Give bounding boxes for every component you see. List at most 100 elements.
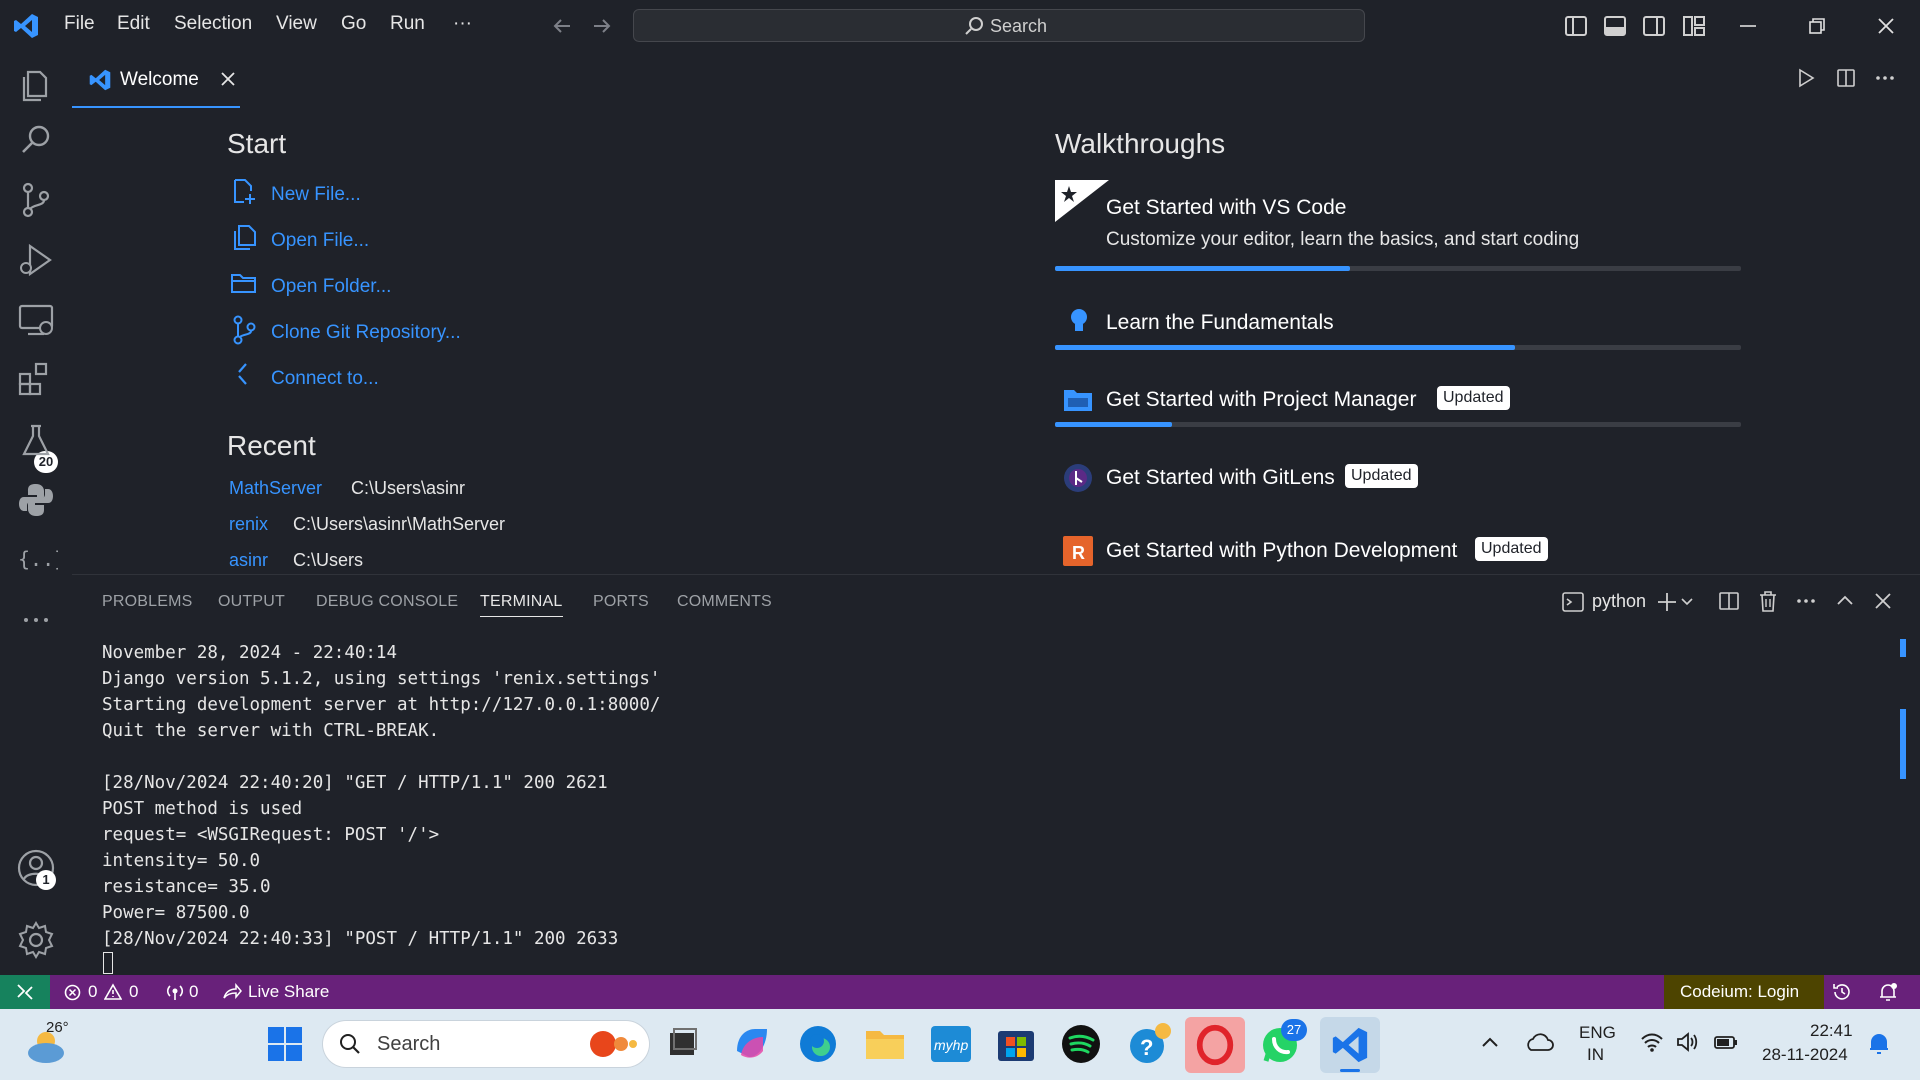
myhp-icon[interactable]: myhp bbox=[928, 1021, 974, 1067]
run-debug-icon[interactable] bbox=[14, 238, 58, 282]
clone-git-repository-link[interactable]: Clone Git Repository... bbox=[271, 322, 461, 344]
extensions-icon[interactable] bbox=[14, 358, 58, 402]
recent-item-mathserver[interactable]: MathServer bbox=[229, 478, 322, 499]
more-views-icon[interactable] bbox=[14, 598, 58, 642]
notification-bell-icon[interactable] bbox=[1867, 1031, 1891, 1057]
battery-icon[interactable] bbox=[1713, 1031, 1739, 1053]
search-view-icon[interactable] bbox=[14, 118, 58, 162]
windows-start-icon[interactable] bbox=[262, 1021, 308, 1067]
explorer-icon[interactable] bbox=[14, 62, 58, 106]
task-view-icon[interactable] bbox=[660, 1021, 706, 1067]
new-terminal-plus-icon[interactable] bbox=[1656, 591, 1678, 613]
warning-icon[interactable] bbox=[104, 983, 122, 1001]
tab-debug-console[interactable]: DEBUG CONSOLE bbox=[316, 593, 458, 611]
recent-item-asinr[interactable]: asinr bbox=[229, 550, 268, 571]
menu-run[interactable]: Run bbox=[390, 13, 425, 35]
help-icon[interactable]: ? bbox=[1127, 1021, 1173, 1067]
vscode-taskbar-tile[interactable] bbox=[1320, 1017, 1380, 1073]
testing-flask-icon[interactable] bbox=[14, 418, 58, 462]
toggle-panel-icon[interactable] bbox=[1604, 15, 1626, 37]
editor-more-icon[interactable] bbox=[1874, 68, 1896, 88]
tab-problems[interactable]: PROBLEMS bbox=[102, 593, 193, 611]
menu-file[interactable]: File bbox=[64, 13, 95, 35]
menu-go[interactable]: Go bbox=[341, 13, 366, 35]
menu-more[interactable]: ··· bbox=[453, 13, 472, 35]
close-panel-icon[interactable] bbox=[1873, 591, 1893, 611]
run-icon[interactable] bbox=[1796, 68, 1816, 88]
file-explorer-icon[interactable] bbox=[862, 1021, 908, 1067]
warning-count[interactable]: 0 bbox=[129, 982, 138, 1002]
json-braces-icon[interactable]: {..} bbox=[14, 538, 58, 582]
remote-icon bbox=[17, 984, 33, 1000]
clock-date[interactable]: 28-11-2024 bbox=[1762, 1045, 1848, 1065]
source-control-icon[interactable] bbox=[14, 178, 58, 222]
close-window-icon[interactable] bbox=[1876, 16, 1896, 36]
tab-ports[interactable]: PORTS bbox=[593, 593, 649, 611]
close-tab-icon[interactable] bbox=[220, 71, 236, 87]
onedrive-cloud-icon[interactable] bbox=[1524, 1031, 1554, 1053]
walkthrough-progress bbox=[1055, 422, 1741, 427]
settings-gear-icon[interactable] bbox=[14, 918, 58, 962]
history-icon[interactable] bbox=[1831, 982, 1853, 1002]
panel-more-icon[interactable] bbox=[1795, 591, 1817, 611]
recent-item-renix[interactable]: renix bbox=[229, 514, 268, 535]
open-file-link[interactable]: Open File... bbox=[271, 230, 369, 252]
chevron-down-icon[interactable] bbox=[1680, 595, 1694, 609]
tab-terminal[interactable]: TERMINAL bbox=[480, 593, 563, 617]
back-arrow-icon[interactable] bbox=[550, 14, 574, 38]
walkthrough-project-manager[interactable]: Get Started with Project Manager Updated bbox=[1055, 382, 1741, 434]
title-bar: File Edit Selection View Go Run ··· Sear… bbox=[0, 0, 1920, 52]
opera-tile[interactable] bbox=[1185, 1017, 1245, 1073]
volume-icon[interactable] bbox=[1676, 1031, 1700, 1053]
microsoft-store-icon[interactable] bbox=[993, 1021, 1039, 1067]
spotify-icon[interactable] bbox=[1058, 1021, 1104, 1067]
ports-broadcast-icon[interactable] bbox=[165, 983, 185, 1001]
menu-selection[interactable]: Selection bbox=[174, 13, 252, 35]
menu-view[interactable]: View bbox=[276, 13, 317, 35]
python-icon[interactable] bbox=[14, 478, 58, 522]
walkthrough-vscode[interactable]: Get Started with VS Code Customize your … bbox=[1055, 180, 1741, 276]
codeium-status[interactable]: Codeium: Login bbox=[1664, 975, 1824, 1009]
language-label[interactable]: ENG bbox=[1579, 1023, 1616, 1043]
taskbar-search[interactable]: Search bbox=[323, 1021, 649, 1067]
connect-to-link[interactable]: Connect to... bbox=[271, 368, 379, 390]
notifications-bell-icon[interactable] bbox=[1877, 982, 1899, 1002]
minimize-icon[interactable] bbox=[1738, 16, 1758, 36]
chevron-up-icon[interactable] bbox=[1480, 1033, 1500, 1053]
walkthrough-python[interactable]: R Get Started with Python Development Up… bbox=[1055, 533, 1741, 573]
restore-icon[interactable] bbox=[1807, 16, 1827, 36]
command-center-search[interactable]: Search bbox=[633, 9, 1365, 42]
region-label[interactable]: IN bbox=[1587, 1045, 1604, 1065]
terminal-name[interactable]: python bbox=[1592, 591, 1646, 612]
walkthrough-gitlens[interactable]: Get Started with GitLens Updated bbox=[1055, 460, 1741, 500]
menu-edit[interactable]: Edit bbox=[117, 13, 150, 35]
toggle-primary-sidebar-icon[interactable] bbox=[1565, 15, 1587, 37]
wifi-icon[interactable] bbox=[1640, 1031, 1664, 1053]
clock-time[interactable]: 22:41 bbox=[1810, 1021, 1853, 1041]
customize-layout-icon[interactable] bbox=[1683, 15, 1705, 37]
live-share-label[interactable]: Live Share bbox=[248, 982, 329, 1002]
tab-comments[interactable]: COMMENTS bbox=[677, 593, 772, 611]
walkthrough-fundamentals[interactable]: Learn the Fundamentals bbox=[1055, 305, 1741, 357]
maximize-panel-chevron-up-icon[interactable] bbox=[1835, 591, 1855, 611]
forward-arrow-icon[interactable] bbox=[590, 14, 614, 38]
live-share-icon[interactable] bbox=[222, 983, 242, 1001]
trash-icon[interactable] bbox=[1758, 590, 1778, 612]
tab-output[interactable]: OUTPUT bbox=[218, 593, 285, 611]
ports-count[interactable]: 0 bbox=[189, 982, 198, 1002]
error-count[interactable]: 0 bbox=[88, 982, 97, 1002]
split-editor-icon[interactable] bbox=[1836, 68, 1856, 88]
toggle-secondary-sidebar-icon[interactable] bbox=[1643, 15, 1665, 37]
error-icon[interactable] bbox=[64, 984, 81, 1001]
remote-indicator[interactable] bbox=[0, 975, 50, 1009]
tab-welcome[interactable]: Welcome bbox=[72, 52, 240, 108]
opera-icon bbox=[1196, 1024, 1234, 1066]
new-file-link[interactable]: New File... bbox=[271, 184, 361, 206]
open-folder-link[interactable]: Open Folder... bbox=[271, 276, 391, 298]
remote-explorer-icon[interactable] bbox=[14, 298, 58, 342]
terminal-output[interactable]: November 28, 2024 - 22:40:14 Django versi… bbox=[102, 640, 660, 952]
scrollbar-thumb[interactable] bbox=[1900, 709, 1906, 779]
edge-browser-icon[interactable] bbox=[795, 1021, 841, 1067]
copilot-icon[interactable] bbox=[729, 1021, 775, 1067]
split-terminal-icon[interactable] bbox=[1719, 591, 1739, 611]
